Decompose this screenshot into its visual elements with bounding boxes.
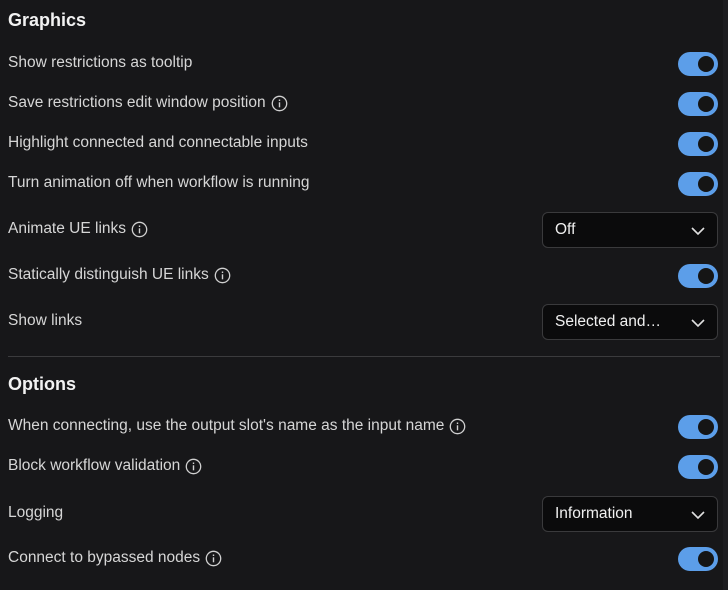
info-icon[interactable]: [214, 267, 231, 284]
toggle-save-restrictions-position[interactable]: [678, 92, 718, 116]
info-icon[interactable]: [131, 221, 148, 238]
chevron-down-icon: [691, 316, 705, 328]
toggle-knob: [698, 268, 714, 284]
setting-row-highlight-connected: Highlight connected and connectable inpu…: [0, 132, 728, 156]
settings-panel: Graphics Show restrictions as tooltip Sa…: [0, 0, 728, 590]
toggle-use-output-slot-name[interactable]: [678, 415, 718, 439]
select-value: Off: [555, 221, 576, 238]
info-icon[interactable]: [205, 550, 222, 567]
toggle-knob: [698, 56, 714, 72]
toggle-highlight-connected[interactable]: [678, 132, 718, 156]
toggle-knob: [698, 419, 714, 435]
section-title-options: Options: [8, 374, 76, 394]
chevron-down-icon: [691, 224, 705, 236]
select-value: Information: [555, 505, 633, 522]
setting-label: When connecting, use the output slot's n…: [8, 417, 466, 435]
setting-label: Animate UE links: [8, 220, 148, 238]
setting-label: Block workflow validation: [8, 457, 202, 475]
setting-row-logging: Logging Information: [0, 496, 728, 532]
setting-label: Logging: [8, 504, 64, 521]
toggle-block-validation[interactable]: [678, 455, 718, 479]
info-icon[interactable]: [449, 418, 466, 435]
setting-label: Show links: [8, 312, 83, 329]
select-value: Selected and…: [555, 313, 661, 330]
setting-label: Show restrictions as tooltip: [8, 54, 193, 71]
setting-row-block-validation: Block workflow validation: [0, 455, 728, 479]
info-icon[interactable]: [271, 95, 288, 112]
toggle-turn-animation-off[interactable]: [678, 172, 718, 196]
toggle-knob: [698, 551, 714, 567]
setting-row-show-links: Show links Selected and…: [0, 304, 728, 340]
animate-ue-links-select[interactable]: Off: [542, 212, 718, 248]
setting-label: Highlight connected and connectable inpu…: [8, 134, 308, 151]
toggle-statically-distinguish[interactable]: [678, 264, 718, 288]
setting-label: Turn animation off when workflow is runn…: [8, 174, 310, 191]
toggle-knob: [698, 136, 714, 152]
logging-select[interactable]: Information: [542, 496, 718, 532]
setting-label: Connect to bypassed nodes: [8, 549, 222, 567]
setting-label: Save restrictions edit window position: [8, 94, 288, 112]
info-icon[interactable]: [185, 458, 202, 475]
toggle-knob: [698, 176, 714, 192]
setting-row-save-restrictions-position: Save restrictions edit window position: [0, 92, 728, 116]
show-links-select[interactable]: Selected and…: [542, 304, 718, 340]
scrollbar[interactable]: [723, 0, 728, 590]
toggle-knob: [698, 459, 714, 475]
setting-row-statically-distinguish: Statically distinguish UE links: [0, 264, 728, 288]
setting-row-connect-bypassed: Connect to bypassed nodes: [0, 547, 728, 571]
setting-row-use-output-slot-name: When connecting, use the output slot's n…: [0, 415, 728, 439]
toggle-connect-bypassed[interactable]: [678, 547, 718, 571]
toggle-show-restrictions-tooltip[interactable]: [678, 52, 718, 76]
setting-row-animate-ue-links: Animate UE links Off: [0, 212, 728, 248]
chevron-down-icon: [691, 508, 705, 520]
section-divider: [8, 356, 720, 357]
toggle-knob: [698, 96, 714, 112]
setting-row-turn-animation-off: Turn animation off when workflow is runn…: [0, 172, 728, 196]
setting-label: Statically distinguish UE links: [8, 266, 231, 284]
section-title-graphics: Graphics: [8, 10, 87, 30]
setting-row-show-restrictions-tooltip: Show restrictions as tooltip: [0, 52, 728, 76]
